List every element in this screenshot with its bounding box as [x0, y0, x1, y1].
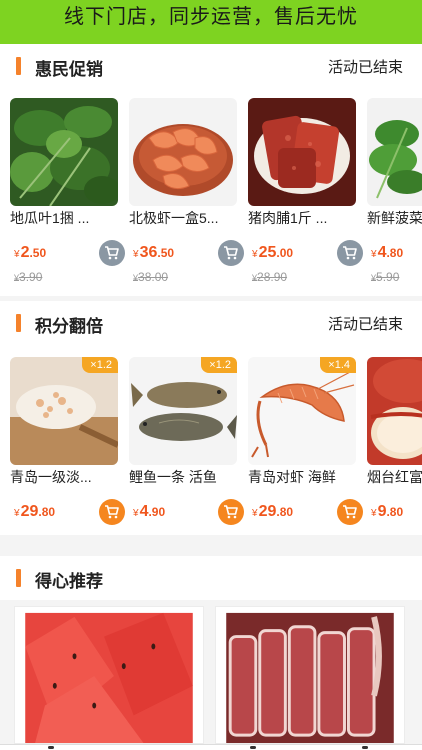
product-name: 新鲜菠菜 [367, 210, 422, 226]
product-price: ¥2.50 [14, 244, 47, 261]
tab-home-icon[interactable] [48, 746, 54, 749]
section-title-promo: 惠民促销 [35, 60, 103, 79]
points-multiplier-badge: ×1.2 [82, 357, 118, 373]
product-card[interactable]: 新鲜菠菜 ¥4.80 ¥5.90 [367, 98, 422, 288]
product-price: ¥25.00 [252, 244, 294, 261]
section-header-points: 积分翻倍 活动已结束 [0, 301, 422, 345]
bottom-tab-bar[interactable] [0, 744, 422, 750]
product-image-watermelon [15, 607, 203, 743]
tab-cart-icon[interactable] [250, 746, 256, 749]
product-original-price: ¥38.00 [133, 270, 169, 284]
recommend-card-meat[interactable] [215, 606, 405, 744]
product-original-price: ¥28.90 [252, 270, 288, 284]
add-to-cart-button[interactable] [218, 499, 244, 525]
add-to-cart-button[interactable] [218, 240, 244, 266]
product-card[interactable]: ×1.4 青岛对虾 海鲜 ¥29.80 [248, 357, 363, 535]
product-image-sweet-potato-leaves [10, 98, 118, 206]
promo-product-rail[interactable]: 地瓜叶1捆 ... ¥2.50 ¥3.90 北极虾一盒5... ¥36.50 ¥… [0, 88, 422, 296]
product-name: 青岛对虾 海鲜 [248, 469, 336, 485]
section-header-promo: 惠民促销 活动已结束 [0, 44, 422, 88]
section-title-points: 积分翻倍 [35, 317, 103, 336]
top-banner: 线下门店，同步运营，售后无忧 [0, 0, 422, 44]
product-image-arctic-shrimp [129, 98, 237, 206]
section-header-recommend: 得心推荐 [0, 556, 422, 600]
shopping-cart-icon [105, 505, 119, 519]
product-name: 地瓜叶1捆 ... [10, 210, 90, 226]
section-title-recommend: 得心推荐 [35, 572, 103, 591]
product-card[interactable]: 地瓜叶1捆 ... ¥2.50 ¥3.90 [10, 98, 125, 288]
product-image-dried-shrimp: ×1.2 [10, 357, 118, 465]
shopping-cart-icon [343, 246, 357, 260]
add-to-cart-button[interactable] [99, 240, 125, 266]
product-price: ¥4.90 [133, 503, 166, 520]
product-price: ¥36.50 [133, 244, 175, 261]
product-price: ¥9.80 [371, 503, 404, 520]
section-accent-bar [16, 57, 21, 75]
product-image-pork-jerky [248, 98, 356, 206]
product-price: ¥4.80 [371, 244, 404, 261]
product-image-meat-slices [216, 607, 404, 743]
section-status-points[interactable]: 活动已结束 [328, 313, 403, 334]
add-to-cart-button[interactable] [337, 499, 363, 525]
product-image-carp: ×1.2 [129, 357, 237, 465]
add-to-cart-button[interactable] [337, 240, 363, 266]
product-original-price: ¥5.90 [371, 270, 400, 284]
section-accent-bar [16, 314, 21, 332]
product-image-spinach [367, 98, 422, 206]
points-multiplier-badge: ×1.4 [320, 357, 356, 373]
product-card[interactable]: ×1.2 鲤鱼一条 活鱼 ¥4.90 [129, 357, 244, 535]
shopping-cart-icon [224, 505, 238, 519]
shopping-cart-icon [105, 246, 119, 260]
product-price: ¥29.80 [14, 503, 56, 520]
product-image-apple [367, 357, 422, 465]
product-name: 猪肉脯1斤 ... [248, 210, 328, 226]
product-price: ¥29.80 [252, 503, 294, 520]
product-original-price: ¥3.90 [14, 270, 43, 284]
add-to-cart-button[interactable] [99, 499, 125, 525]
product-image-prawn: ×1.4 [248, 357, 356, 465]
product-card[interactable]: ×1.2 青岛一级淡... ¥29.80 [10, 357, 125, 535]
product-name: 鲤鱼一条 活鱼 [129, 469, 217, 485]
product-card[interactable]: 北极虾一盒5... ¥36.50 ¥38.00 [129, 98, 244, 288]
points-product-rail[interactable]: ×1.2 青岛一级淡... ¥29.80 ×1.2 鲤鱼一条 活鱼 ¥4.90 [0, 345, 422, 535]
shopping-cart-icon [224, 246, 238, 260]
product-name: 烟台红富 [367, 469, 422, 485]
product-name: 北极虾一盒5... [129, 210, 219, 226]
tab-profile-icon[interactable] [362, 746, 368, 749]
product-name: 青岛一级淡... [10, 469, 92, 485]
section-status-promo[interactable]: 活动已结束 [328, 56, 403, 77]
product-card[interactable]: 猪肉脯1斤 ... ¥25.00 ¥28.90 [248, 98, 363, 288]
product-card[interactable]: 烟台红富 ¥9.80 [367, 357, 422, 535]
shopping-cart-icon [343, 505, 357, 519]
recommend-card-watermelon[interactable] [14, 606, 204, 744]
points-multiplier-badge: ×1.2 [201, 357, 237, 373]
section-accent-bar [16, 569, 21, 587]
